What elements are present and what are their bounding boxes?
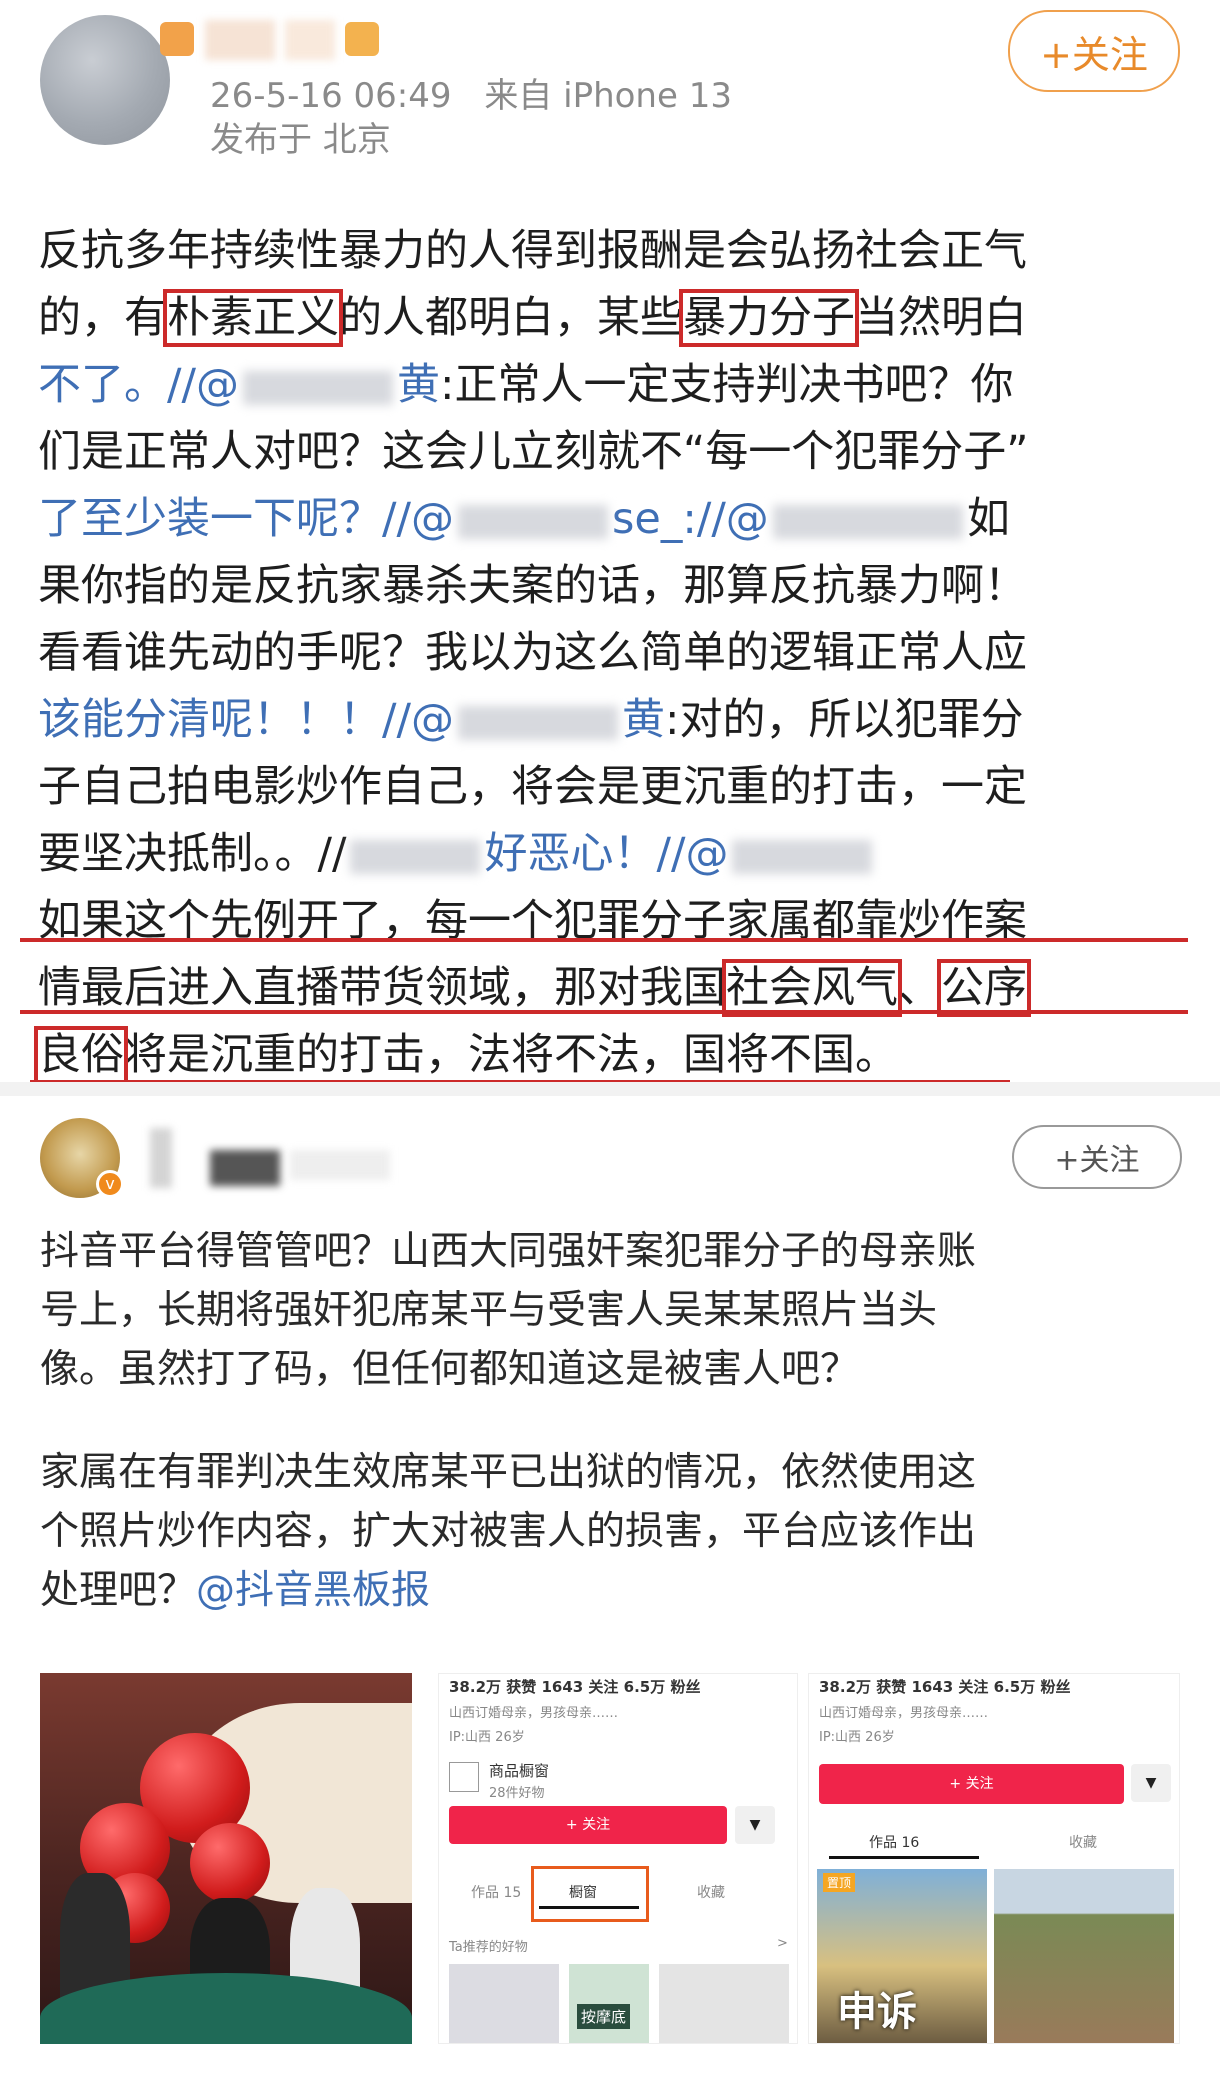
profile-stats: 38.2万 获赞 1643 关注 6.5万 粉丝 xyxy=(449,1678,701,1696)
profile-bio: 山西订婚母亲，男孩母亲…… xyxy=(449,1706,619,1721)
recommend-label: Ta推荐的好物 xyxy=(449,1940,528,1955)
highlight-box: 良俗 xyxy=(34,1026,128,1084)
repost-line: 的，有朴素正义的人都明白，某些暴力分子当然明白 xyxy=(38,289,1027,347)
tab-favorites[interactable]: 收藏 xyxy=(697,1882,725,1902)
product-thumbnail[interactable]: 按摩底 xyxy=(569,1964,649,2043)
follow-button[interactable]: +关注 xyxy=(1008,10,1180,92)
username-masked[interactable] xyxy=(205,20,275,60)
username-masked[interactable] xyxy=(150,1128,172,1188)
more-dropdown-button[interactable]: ▼ xyxy=(735,1806,775,1844)
repost-line: 反抗多年持续性暴力的人得到报酬是会弘扬社会正气 xyxy=(38,226,1027,276)
profile-ip: IP:山西 26岁 xyxy=(449,1730,525,1745)
follow-button[interactable]: + 关注 xyxy=(819,1764,1124,1804)
highlight-box: 朴素正义 xyxy=(163,289,343,347)
tab-favorites[interactable]: 收藏 xyxy=(1069,1832,1097,1852)
product-label: 按摩底 xyxy=(577,2004,631,2029)
repost-line: 果你指的是反抗家暴杀夫案的话，那算反抗暴力啊！ xyxy=(38,561,1027,611)
mention-link[interactable]: 了至少装一下呢？//@ xyxy=(38,494,454,544)
mention-link[interactable]: se_ xyxy=(612,494,682,544)
tab-works[interactable]: 作品 15 xyxy=(471,1882,521,1902)
masked-username xyxy=(772,504,963,539)
annotation-underline xyxy=(20,938,1188,942)
pinned-badge: 置顶 xyxy=(823,1873,856,1892)
post-location: 发布于 北京 xyxy=(210,120,391,160)
mention-link[interactable]: 好恶心！//@ xyxy=(484,829,728,879)
tab-works[interactable]: 作品 16 xyxy=(869,1832,919,1852)
repost-chain-text: 反抗多年持续性暴力的人得到报酬是会弘扬社会正气 的，有朴素正义的人都明白，某些暴… xyxy=(34,218,1188,1089)
product-thumbnail[interactable] xyxy=(659,1964,789,2043)
video-thumbnail[interactable]: 置顶 申诉 xyxy=(817,1869,987,2043)
repost-line: 子自己拍电影炒作自己，将会是更沉重的打击，一定 xyxy=(38,762,1027,812)
username-masked-2[interactable] xyxy=(285,20,335,60)
attached-screenshot[interactable]: 38.2万 获赞 1643 关注 6.5万 粉丝 山西订婚母亲，男孩母亲…… I… xyxy=(438,1673,798,2044)
more-dropdown-button[interactable]: ▼ xyxy=(1131,1764,1171,1802)
product-thumbnail[interactable] xyxy=(449,1964,559,2043)
repost-line: 了至少装一下呢？//@ se_://@ 如 xyxy=(38,494,1010,544)
video-thumbnail[interactable] xyxy=(994,1869,1174,2043)
post-body: 抖音平台得管管吧？山西大同强奸案犯罪分子的母亲账 号上，长期将强奸犯席某平与受害… xyxy=(40,1222,1190,1620)
repost-line: 看看谁先动的手呢？我以为这么简单的逻辑正常人应 xyxy=(38,628,1027,678)
repost-line: 要坚决抵制。。//好恶心！//@ xyxy=(38,821,1188,888)
post-line: 家属在有罪判决生效席某平已出狱的情况，依然使用这 xyxy=(40,1450,977,1495)
follow-button[interactable]: +关注 xyxy=(1012,1125,1182,1189)
mention-link[interactable]: 不了。//@ xyxy=(38,360,239,410)
level-badge-icon xyxy=(160,22,194,56)
shop-icon xyxy=(449,1762,479,1792)
highlight-box: 暴力分子 xyxy=(679,289,859,347)
attached-photo[interactable] xyxy=(40,1673,412,2044)
attached-screenshot[interactable]: 38.2万 获赞 1643 关注 6.5万 粉丝 山西订婚母亲，男孩母亲…… I… xyxy=(808,1673,1180,2044)
mention-link[interactable]: 该能分清呢！！！//@ xyxy=(38,695,454,745)
verified-badge-icon: v xyxy=(96,1170,124,1198)
profile-ip: IP:山西 26岁 xyxy=(819,1730,895,1745)
username-masked-2[interactable] xyxy=(210,1150,280,1186)
annotation-box xyxy=(531,1866,649,1922)
repost-line: 们是正常人对吧？这会儿立刻就不“每一个犯罪分子” xyxy=(38,427,1029,477)
post-line: 号上，长期将强奸犯席某平与受害人吴某某照片当头 xyxy=(40,1288,938,1333)
repost-line: 该能分清呢！！！//@ 黄:对的，所以犯罪分 xyxy=(38,695,1024,745)
vip-badge-icon xyxy=(345,22,379,56)
shop-title: 商品橱窗 xyxy=(489,1762,550,1780)
repost-line: 不了。//@ 黄:正常人一定支持判决书吧？你 xyxy=(38,360,1014,410)
post-line: 个照片炒作内容，扩大对被害人的损害，平台应该作出 xyxy=(40,1509,977,1554)
repost-line: 良俗将是沉重的打击，法将不法，国将不国。 xyxy=(34,1026,898,1084)
shop-subtitle: 28件好物 xyxy=(489,1786,545,1801)
annotation-underline xyxy=(20,1010,1188,1014)
post-line: 处理吧？@抖音黑板报 xyxy=(40,1568,431,1613)
post-divider xyxy=(0,1082,1220,1096)
balloon xyxy=(190,1823,270,1903)
post-line: 像。虽然打了码，但任何都知道这是被害人吧？ xyxy=(40,1347,860,1392)
tab-indicator xyxy=(829,1856,979,1859)
mention-link[interactable]: ://@ xyxy=(682,494,768,544)
repost-line: 如果这个先例开了，每一个犯罪分子家属都靠炒作案 xyxy=(38,896,1027,946)
masked-username xyxy=(457,504,608,539)
post-timestamp: 26-5-16 06:49 xyxy=(210,76,452,116)
masked-username xyxy=(350,839,481,874)
video-overlay-text: 申诉 xyxy=(837,1989,917,2035)
mention-link[interactable]: @抖音黑板报 xyxy=(196,1568,430,1613)
avatar[interactable] xyxy=(40,15,170,145)
chevron-right-icon[interactable]: > xyxy=(777,1936,788,1951)
post-source: 来自 iPhone 13 xyxy=(484,76,732,116)
post-line: 抖音平台得管管吧？山西大同强奸案犯罪分子的母亲账 xyxy=(40,1229,977,1274)
username-masked-3[interactable] xyxy=(290,1150,390,1180)
masked-username xyxy=(732,839,873,874)
highlight-box: 社会风气 xyxy=(722,959,902,1017)
profile-stats: 38.2万 获赞 1643 关注 6.5万 粉丝 xyxy=(819,1678,1071,1696)
follow-button[interactable]: + 关注 xyxy=(449,1806,727,1844)
post-meta: 26-5-16 06:49 来自 iPhone 13 xyxy=(210,68,732,117)
masked-username xyxy=(457,705,618,740)
mention-link[interactable]: 黄 xyxy=(622,695,665,745)
mention-link[interactable]: 黄 xyxy=(397,360,440,410)
highlight-box: 公序 xyxy=(937,959,1031,1017)
profile-bio: 山西订婚母亲，男孩母亲…… xyxy=(819,1706,989,1721)
masked-username xyxy=(242,370,393,405)
